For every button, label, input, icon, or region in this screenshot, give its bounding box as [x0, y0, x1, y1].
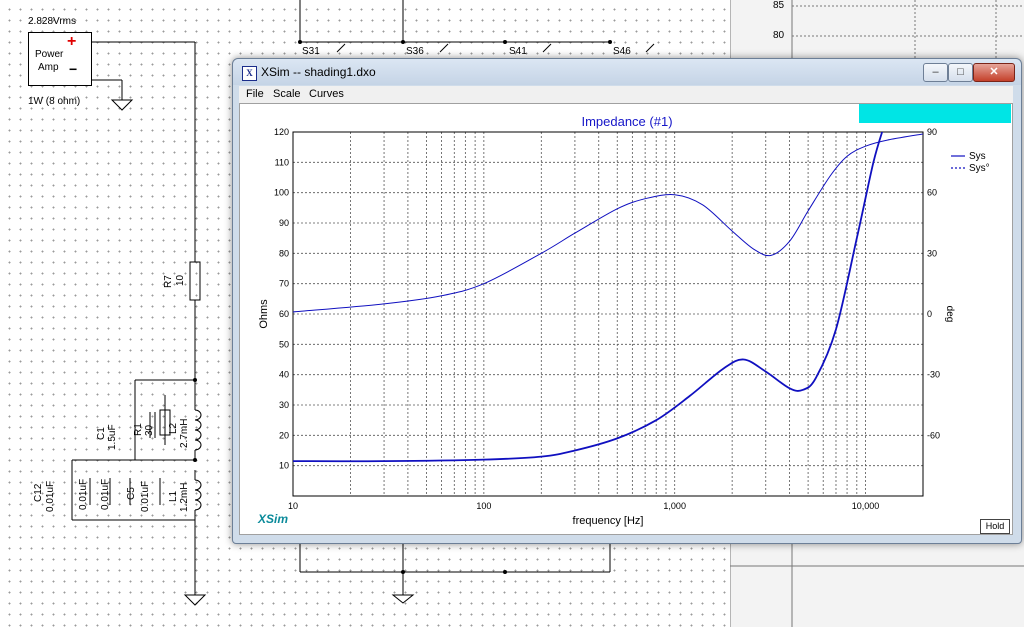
c5-name-label: C5 [126, 487, 137, 500]
amp-label-power: Power [35, 49, 64, 60]
y-tick-label: 100 [274, 188, 289, 198]
x-tick-label: 100 [476, 501, 491, 511]
y2-tick-label: 0 [927, 309, 932, 319]
menu-bar: File Scale Curves [239, 86, 1013, 103]
l1-value-label: 1.2mH [179, 482, 190, 512]
x-tick-label: 1,000 [663, 501, 686, 511]
c11-value-label: 0.01uF [78, 478, 89, 510]
background-axis-label-85: 85 [773, 0, 785, 11]
amp-rating-label: 1W (8 ohm) [28, 96, 81, 107]
xsim-app-icon[interactable]: X [242, 66, 257, 81]
y-tick-label: 90 [279, 218, 289, 228]
y-tick-label: 120 [274, 127, 289, 137]
menu-curves[interactable]: Curves [309, 88, 344, 100]
y2-tick-label: 30 [927, 248, 937, 258]
c10-value-label: 0.01uF [100, 478, 111, 510]
y-tick-label: 70 [279, 279, 289, 289]
r7-name-label: R7 [163, 275, 174, 288]
y-tick-label: 30 [279, 400, 289, 410]
amp-plus-terminal: + [67, 33, 77, 50]
y-tick-label: 110 [275, 157, 289, 167]
switch-label-s41: S41 [509, 46, 527, 57]
l2-name-label: L2 [168, 422, 179, 434]
y2-tick-label: 90 [927, 127, 937, 137]
c12-value-label: 0.01uF [45, 480, 56, 512]
impedance-chart[interactable]: 10 100 1,000 10,000 10 20 30 40 50 60 70 80 90 100 110… [240, 104, 1012, 534]
menu-file[interactable]: File [246, 88, 264, 100]
l2-value-label: 2.7mH [179, 418, 190, 448]
y2-tick-label: -30 [927, 370, 940, 380]
r7-value-label: 10 [175, 274, 186, 286]
switch-label-s31: S31 [302, 46, 320, 57]
c1-name-label: C1 [96, 427, 107, 440]
y-tick-label: 60 [279, 309, 289, 319]
y-tick-label: 80 [279, 248, 289, 258]
y2-tick-label: -60 [927, 430, 940, 440]
c5-value-label: 0.01uF [140, 480, 151, 512]
xsim-window[interactable]: X XSim -- shading1.dxo – □ ✕ File Scale … [232, 58, 1022, 544]
y-tick-label: 10 [279, 461, 289, 471]
series-line-sys-phase [293, 133, 923, 313]
x-tick-label: 10 [288, 501, 298, 511]
power-amp-symbol[interactable]: Power Amp + − [28, 32, 92, 86]
close-button[interactable]: ✕ [973, 63, 1015, 82]
y-tick-label: 40 [279, 370, 289, 380]
switch-label-s46: S46 [613, 46, 631, 57]
y-tick-label: 50 [279, 339, 289, 349]
amp-minus-terminal: − [69, 61, 78, 77]
x-axis-label: frequency [Hz] [573, 515, 644, 527]
minimize-button[interactable]: – [923, 63, 948, 82]
amp-label-amp: Amp [38, 62, 59, 73]
window-titlebar[interactable]: X XSim -- shading1.dxo – □ ✕ [233, 59, 1021, 85]
y-axis-label: Ohms [258, 299, 270, 329]
c12-name-label: C12 [33, 483, 44, 502]
maximize-button[interactable]: □ [948, 63, 973, 82]
plot-area[interactable]: Impedance (#1) 10 100 1,000 10,000 10 20 30 40 5… [239, 103, 1013, 535]
y2-axis-label: deg [944, 306, 955, 323]
legend-label: Sys [969, 151, 986, 162]
l1-name-label: L1 [168, 490, 179, 502]
legend-label: Sys° [969, 163, 990, 174]
r1-value-label: 30 [144, 424, 155, 436]
y-tick-label: 20 [279, 430, 289, 440]
c1-value-label: 1.5uF [107, 424, 118, 450]
background-axis-label-80: 80 [773, 30, 785, 41]
y2-tick-label: 60 [927, 188, 937, 198]
series-line-sys [293, 132, 884, 463]
source-voltage-label: 2.828Vrms [28, 16, 76, 27]
window-title: XSim -- shading1.dxo [261, 65, 376, 79]
xsim-logo: XSim [258, 512, 289, 526]
hold-button[interactable]: Hold [980, 519, 1010, 534]
menu-scale[interactable]: Scale [273, 88, 301, 100]
r1-name-label: R1 [133, 423, 144, 436]
x-tick-label: 10,000 [852, 501, 880, 511]
switch-label-s36: S36 [406, 46, 424, 57]
